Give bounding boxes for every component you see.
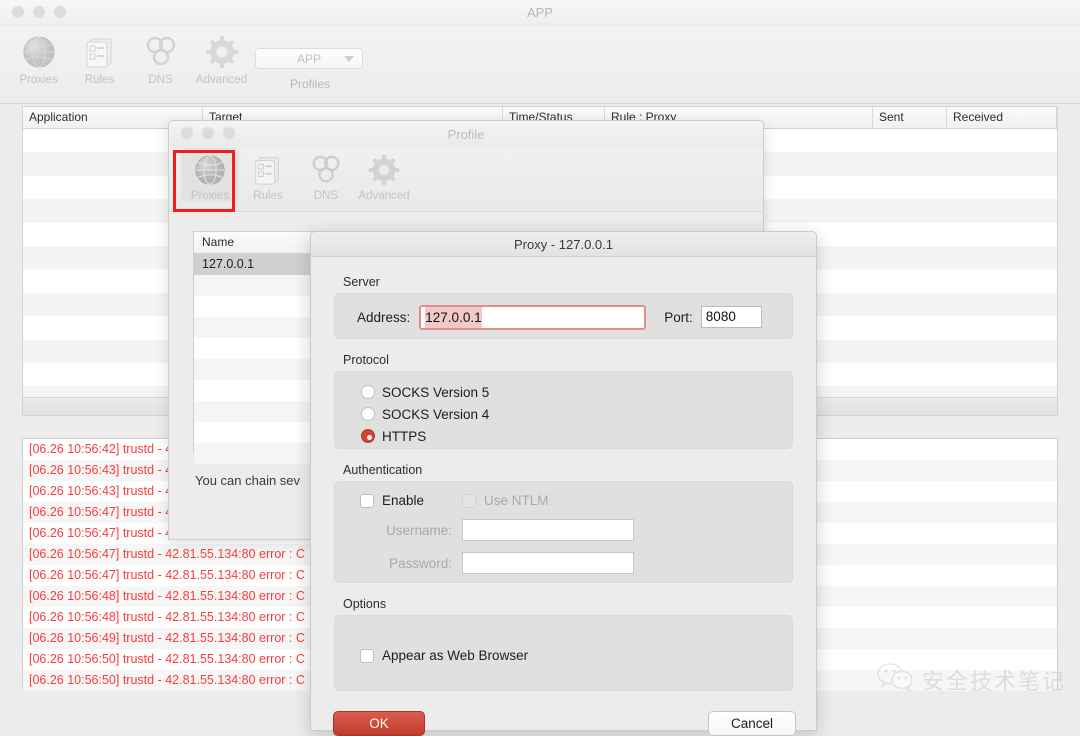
radio-https-indicator [361,429,375,443]
radio-socks5-label: SOCKS Version 5 [382,384,490,400]
server-group: Address: 127.0.0.1 Port: 8080 [334,293,793,339]
profile-toolbar-label-proxies: Proxies [190,190,230,202]
column-header-sent[interactable]: Sent [873,107,947,128]
appear-as-web-browser-label: Appear as Web Browser [382,648,529,663]
proxy-dialog-title: Proxy - 127.0.0.1 [311,232,816,257]
enable-checkbox[interactable] [360,493,374,508]
maximize-button[interactable] [54,6,66,18]
appear-as-web-browser-checkbox[interactable] [360,648,374,663]
toolbar-item-dns[interactable]: DNS [130,28,191,86]
profile-maximize-button[interactable] [223,127,235,139]
globe-icon [8,31,69,73]
authentication-section-label: Authentication [343,463,423,477]
dns-knot-icon [130,31,191,73]
authentication-group: Enable Use NTLM Username: Password: [334,481,793,583]
username-input[interactable] [462,519,634,541]
radio-socks4[interactable]: SOCKS Version 4 [335,403,792,425]
rules-list-icon [69,31,130,73]
profile-toolbar-label-rules: Rules [253,190,283,202]
toolbar-item-rules[interactable]: Rules [69,28,130,86]
toolbar-label-advanced: Advanced [195,74,248,86]
app-title: APP [526,5,553,20]
radio-https-label: HTTPS [382,428,427,444]
address-input-value: 127.0.0.1 [425,306,482,328]
profiles-dropdown-value: APP [296,52,321,66]
profile-toolbar-item-advanced[interactable]: Advanced [355,148,413,202]
protocol-group: SOCKS Version 5 SOCKS Version 4 HTTPS [334,371,793,449]
password-input[interactable] [462,552,634,574]
protocol-section-label: Protocol [343,353,389,367]
proxy-dialog: Proxy - 127.0.0.1 Server Address: 127.0.… [310,231,817,736]
radio-socks4-indicator [361,407,375,421]
enable-label: Enable [382,493,425,508]
profile-toolbar-item-proxies[interactable]: Proxies [181,148,239,202]
use-ntlm-label: Use NTLM [484,493,549,508]
radio-socks4-label: SOCKS Version 4 [382,406,490,422]
dns-knot-icon [297,151,355,189]
radio-socks5[interactable]: SOCKS Version 5 [335,381,792,403]
window-controls[interactable] [12,6,66,18]
address-label: Address: [357,309,411,325]
username-label: Username: [385,522,452,538]
profile-toolbar-item-rules[interactable]: Rules [239,148,297,202]
profile-window-controls[interactable] [181,127,235,139]
ok-button[interactable]: OK [333,711,425,736]
profile-title: Profile [447,127,485,142]
gear-icon [355,151,413,189]
globe-icon [181,151,239,189]
profiles-label: Profiles [289,77,330,91]
toolbar-label-dns: DNS [148,74,173,86]
toolbar-item-proxies[interactable]: Proxies [8,28,69,86]
profiles-group: APP Profiles [255,48,365,91]
port-label: Port: [664,309,693,325]
close-button[interactable] [12,6,24,18]
chevron-down-icon [344,56,354,62]
address-input[interactable]: 127.0.0.1 [419,304,647,330]
options-group: Appear as Web Browser [334,615,793,691]
profile-toolbar-label-dns: DNS [313,190,339,202]
app-toolbar: Proxies Rules DNS Advanced APP Profiles [0,26,1080,104]
column-header-received[interactable]: Received [947,107,1057,128]
profile-toolbar: Proxies Rules DNS Advanced [169,148,763,212]
profile-close-button[interactable] [181,127,193,139]
use-ntlm-checkbox[interactable] [462,493,477,508]
port-input-value: 8080 [705,309,736,324]
profile-minimize-button[interactable] [202,127,214,139]
cancel-button[interactable]: Cancel [708,711,796,736]
profile-toolbar-label-advanced: Advanced [358,190,410,202]
profiles-dropdown[interactable]: APP [255,48,363,69]
profile-toolbar-item-dns[interactable]: DNS [297,148,355,202]
radio-https[interactable]: HTTPS [335,425,792,447]
chain-hint-text: You can chain sev [195,473,301,488]
toolbar-label-rules: Rules [84,74,115,86]
password-label: Password: [388,555,452,571]
app-titlebar: APP [0,0,1080,26]
toolbar-label-proxies: Proxies [19,74,58,86]
port-input[interactable]: 8080 [700,306,762,328]
server-section-label: Server [343,275,380,289]
toolbar-item-advanced[interactable]: Advanced [191,28,252,86]
profile-titlebar: Profile [169,121,763,148]
rules-list-icon [239,151,297,189]
gear-icon [191,31,252,73]
minimize-button[interactable] [33,6,45,18]
options-section-label: Options [343,597,387,611]
radio-socks5-indicator [361,385,375,399]
